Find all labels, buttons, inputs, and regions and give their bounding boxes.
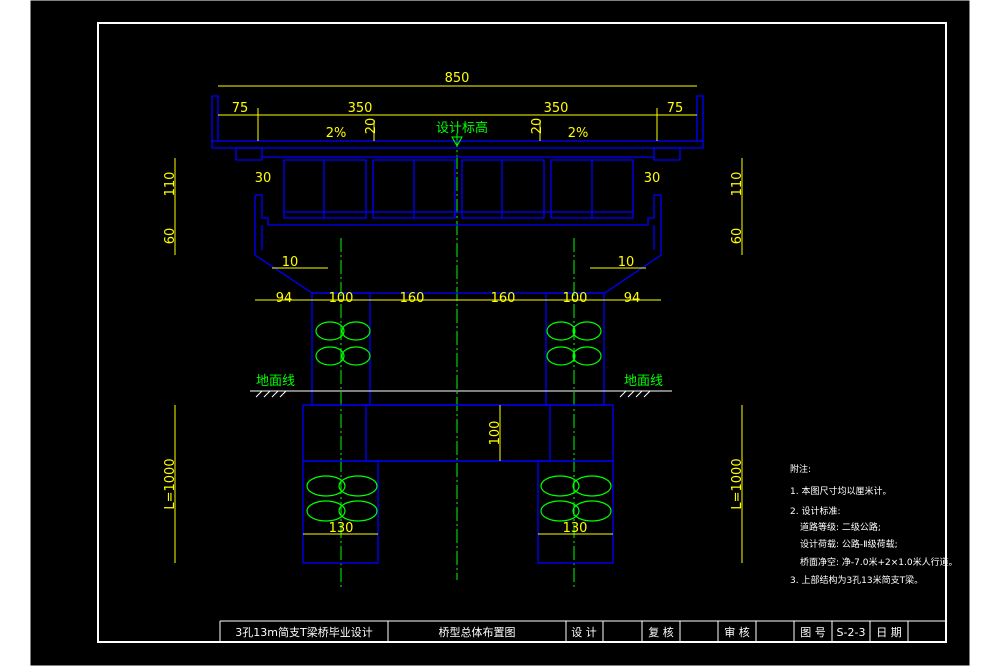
ground-label-left: 地面线 <box>256 374 295 389</box>
center-elevation-label: 设计标高 <box>436 120 488 136</box>
ground-label-right: 地面线 <box>624 374 663 389</box>
dim-w30-left: 30 <box>255 171 272 186</box>
dim-h60-right: 60 <box>730 228 745 245</box>
title-project: 3孔13m简支T梁桥毕业设计 <box>235 625 372 639</box>
title-fig-no-label: 图 号 <box>800 626 826 639</box>
dim-left-edge: 75 <box>232 101 249 116</box>
notes-heading: 附注: <box>790 463 811 475</box>
dim-thick-left: 20 <box>364 118 379 135</box>
dim-pile-dia-left: 130 <box>329 521 354 536</box>
dim-h110-left: 110 <box>163 172 178 197</box>
dim-beam-100: 100 <box>488 421 503 446</box>
note-item: 3. 上部结构为3孔13米简支T梁。 <box>790 574 923 586</box>
dim-right-half: 350 <box>544 101 569 116</box>
dim-cap-94-right: 94 <box>624 291 641 306</box>
note-item: 2. 设计标准: <box>790 505 840 517</box>
dim-cap-100-left: 100 <box>329 291 354 306</box>
note-item: 道路等级: 二级公路; <box>800 521 881 533</box>
dim-right-edge: 75 <box>667 101 684 116</box>
dim-total-width: 850 <box>445 71 470 86</box>
title-design-label: 设 计 <box>571 626 597 639</box>
title-date-label: 日 期 <box>876 626 902 639</box>
dim-h60-left: 60 <box>163 228 178 245</box>
dim-pile-len-left: L=1000 <box>163 458 178 509</box>
drawing-canvas: 850 75 350 350 75 2% 2% 20 20 设计标高 110 1… <box>29 0 971 666</box>
dim-slope-right: 2% <box>568 126 589 141</box>
dim-cap-100-right: 100 <box>563 291 588 306</box>
dim-left-half: 350 <box>348 101 373 116</box>
dim-cap-94-left: 94 <box>276 291 293 306</box>
note-item: 桥面净空: 净-7.0米+2×1.0米人行道。 <box>800 556 958 568</box>
title-audit-label: 审 核 <box>724 625 750 639</box>
dim-cap-160-left: 160 <box>400 291 425 306</box>
note-item: 1. 本图尺寸均以厘米计。 <box>790 485 891 497</box>
dim-slope-left: 2% <box>326 126 347 141</box>
dim-w10-right: 10 <box>618 255 635 270</box>
dim-pile-dia-right: 130 <box>563 521 588 536</box>
title-drawing: 桥型总体布置图 <box>439 625 516 639</box>
title-review-label: 复 核 <box>648 625 674 639</box>
dim-w30-right: 30 <box>644 171 661 186</box>
note-item: 设计荷载: 公路-Ⅱ级荷载; <box>800 538 898 550</box>
dim-h110-right: 110 <box>730 172 745 197</box>
dim-thick-right: 20 <box>530 118 545 135</box>
dim-cap-160-right: 160 <box>491 291 516 306</box>
dim-pile-len-right: L=1000 <box>730 458 745 509</box>
dim-w10-left: 10 <box>282 255 299 270</box>
title-fig-no: S-2-3 <box>837 626 866 639</box>
